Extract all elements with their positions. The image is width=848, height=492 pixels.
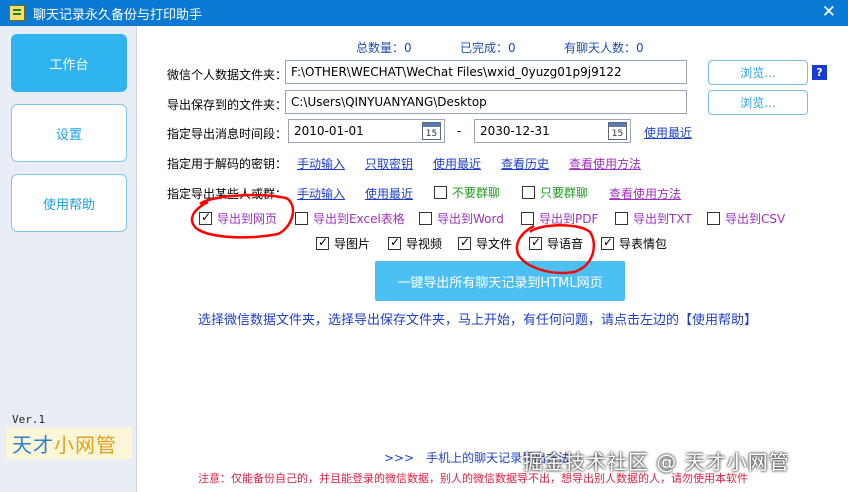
export-all-html-button[interactable]: 一键导出所有聊天记录到HTML网页: [375, 261, 625, 301]
checkbox-label: 只要群聊: [540, 186, 589, 200]
checkbox-box: [316, 235, 329, 250]
media-sticker-checkbox[interactable]: 导表情包: [601, 235, 667, 252]
contacts-howto-link[interactable]: 查看使用方法: [609, 185, 681, 202]
instruction-text: 选择微信数据文件夹，选择导出保存文件夹，马上开始，有任何问题，请点击左边的【使用…: [198, 313, 758, 328]
checkbox-box: [707, 212, 720, 225]
contacts-label: 指定导出某些人或群：: [167, 187, 288, 201]
wechat-dir-label: 微信个人数据文件夹：: [167, 68, 288, 82]
checkbox-box: [199, 210, 212, 225]
checkbox-label: 导文件: [476, 237, 513, 251]
date-to-field[interactable]: 2030-12-31 15: [474, 119, 631, 143]
date-separator: -: [457, 124, 462, 138]
checkbox-box: [458, 235, 471, 250]
sidebar-item-help[interactable]: 使用帮助: [11, 174, 127, 232]
contacts-manual-link[interactable]: 手动输入: [297, 185, 345, 202]
key-history-link[interactable]: 查看历史: [501, 155, 549, 172]
media-voice-checkbox[interactable]: 导语音: [529, 235, 583, 252]
export-txt-checkbox[interactable]: 导出到TXT: [615, 210, 692, 227]
contacts-recent-link[interactable]: 使用最近: [365, 185, 413, 202]
calendar-icon[interactable]: 15: [608, 122, 627, 140]
key-label: 指定用于解码的密钥：: [167, 157, 288, 171]
brand-text-part2: 小网管: [54, 432, 117, 457]
checkbox-box: [522, 186, 535, 199]
checkbox-box: [521, 212, 534, 225]
window-title: 聊天记录永久备份与打印助手: [33, 7, 203, 23]
media-image-checkbox[interactable]: 导图片: [316, 235, 370, 252]
sidebar-item-settings[interactable]: 设置: [11, 104, 127, 162]
no-group-checkbox[interactable]: 不要群聊: [434, 184, 500, 201]
date-from-value: 2010-01-01: [294, 124, 364, 138]
main-panel: 总数量：0 已完成：0 有聊天人数：0 微信个人数据文件夹： 浏览... ? 导…: [138, 26, 848, 492]
checkbox-box: [434, 186, 447, 199]
checkbox-box: [615, 212, 628, 225]
export-html-checkbox[interactable]: 导出到网页: [199, 210, 277, 227]
close-button[interactable]: ✕: [822, 2, 836, 22]
key-fetch-link[interactable]: 只取密钥: [365, 155, 413, 172]
sidebar: 工作台 设置 使用帮助 Ver.1 天才 小网管: [0, 26, 137, 492]
stat-total: 总数量：0: [356, 41, 412, 55]
checkbox-label: 导出到Word: [437, 212, 504, 226]
app-icon: [9, 5, 25, 21]
checkbox-label: 导出到网页: [217, 212, 278, 226]
brand-text-part1: 天才: [12, 432, 54, 457]
export-pdf-checkbox[interactable]: 导出到PDF: [521, 210, 598, 227]
browse-save-dir-button[interactable]: 浏览...: [708, 90, 808, 115]
stat-done: 已完成：0: [460, 41, 516, 55]
key-manual-link[interactable]: 手动输入: [297, 155, 345, 172]
key-recent-link[interactable]: 使用最近: [433, 155, 481, 172]
save-dir-input[interactable]: [285, 90, 687, 114]
checkbox-box: [529, 235, 542, 250]
date-from-field[interactable]: 2010-01-01 15: [288, 119, 445, 143]
checkbox-label: 导出到Excel表格: [313, 212, 405, 226]
wechat-dir-input[interactable]: [285, 60, 687, 84]
browse-wechat-dir-button[interactable]: 浏览...: [708, 60, 808, 85]
help-question-icon[interactable]: ?: [812, 65, 827, 80]
media-video-checkbox[interactable]: 导视频: [388, 235, 442, 252]
date-to-value: 2030-12-31: [480, 124, 550, 138]
only-group-checkbox[interactable]: 只要群聊: [522, 184, 588, 201]
watermark-text: 掘金技术社区 @ 天才小网管: [523, 450, 790, 474]
export-csv-checkbox[interactable]: 导出到CSV: [707, 210, 785, 227]
time-range-label: 指定导出消息时间段：: [167, 127, 288, 141]
export-excel-checkbox[interactable]: 导出到Excel表格: [295, 210, 405, 227]
checkbox-label: 导出到CSV: [725, 212, 786, 226]
checkbox-box: [419, 212, 432, 225]
checkbox-label: 导视频: [406, 237, 443, 251]
checkbox-label: 导出到PDF: [539, 212, 599, 226]
sidebar-item-workbench[interactable]: 工作台: [11, 34, 127, 92]
version-label: Ver.1: [12, 413, 46, 426]
checkbox-box: [601, 235, 614, 250]
checkbox-label: 不要群聊: [452, 186, 501, 200]
brand-logo: 天才 小网管: [6, 427, 132, 459]
calendar-icon[interactable]: 15: [422, 122, 441, 140]
checkbox-label: 导语音: [547, 237, 584, 251]
checkbox-label: 导表情包: [619, 237, 668, 251]
time-use-recent-link[interactable]: 使用最近: [644, 124, 692, 141]
media-file-checkbox[interactable]: 导文件: [458, 235, 512, 252]
save-dir-label: 导出保存到的文件夹：: [167, 98, 288, 112]
key-howto-link[interactable]: 查看使用方法: [569, 155, 641, 172]
checkbox-box: [388, 235, 401, 250]
export-word-checkbox[interactable]: 导出到Word: [419, 210, 504, 227]
checkbox-box: [295, 212, 308, 225]
stat-chat-count: 有聊天人数：0: [564, 41, 644, 55]
checkbox-label: 导图片: [334, 237, 371, 251]
title-bar: 聊天记录永久备份与打印助手 ✕: [0, 0, 848, 26]
checkbox-label: 导出到TXT: [633, 212, 692, 226]
